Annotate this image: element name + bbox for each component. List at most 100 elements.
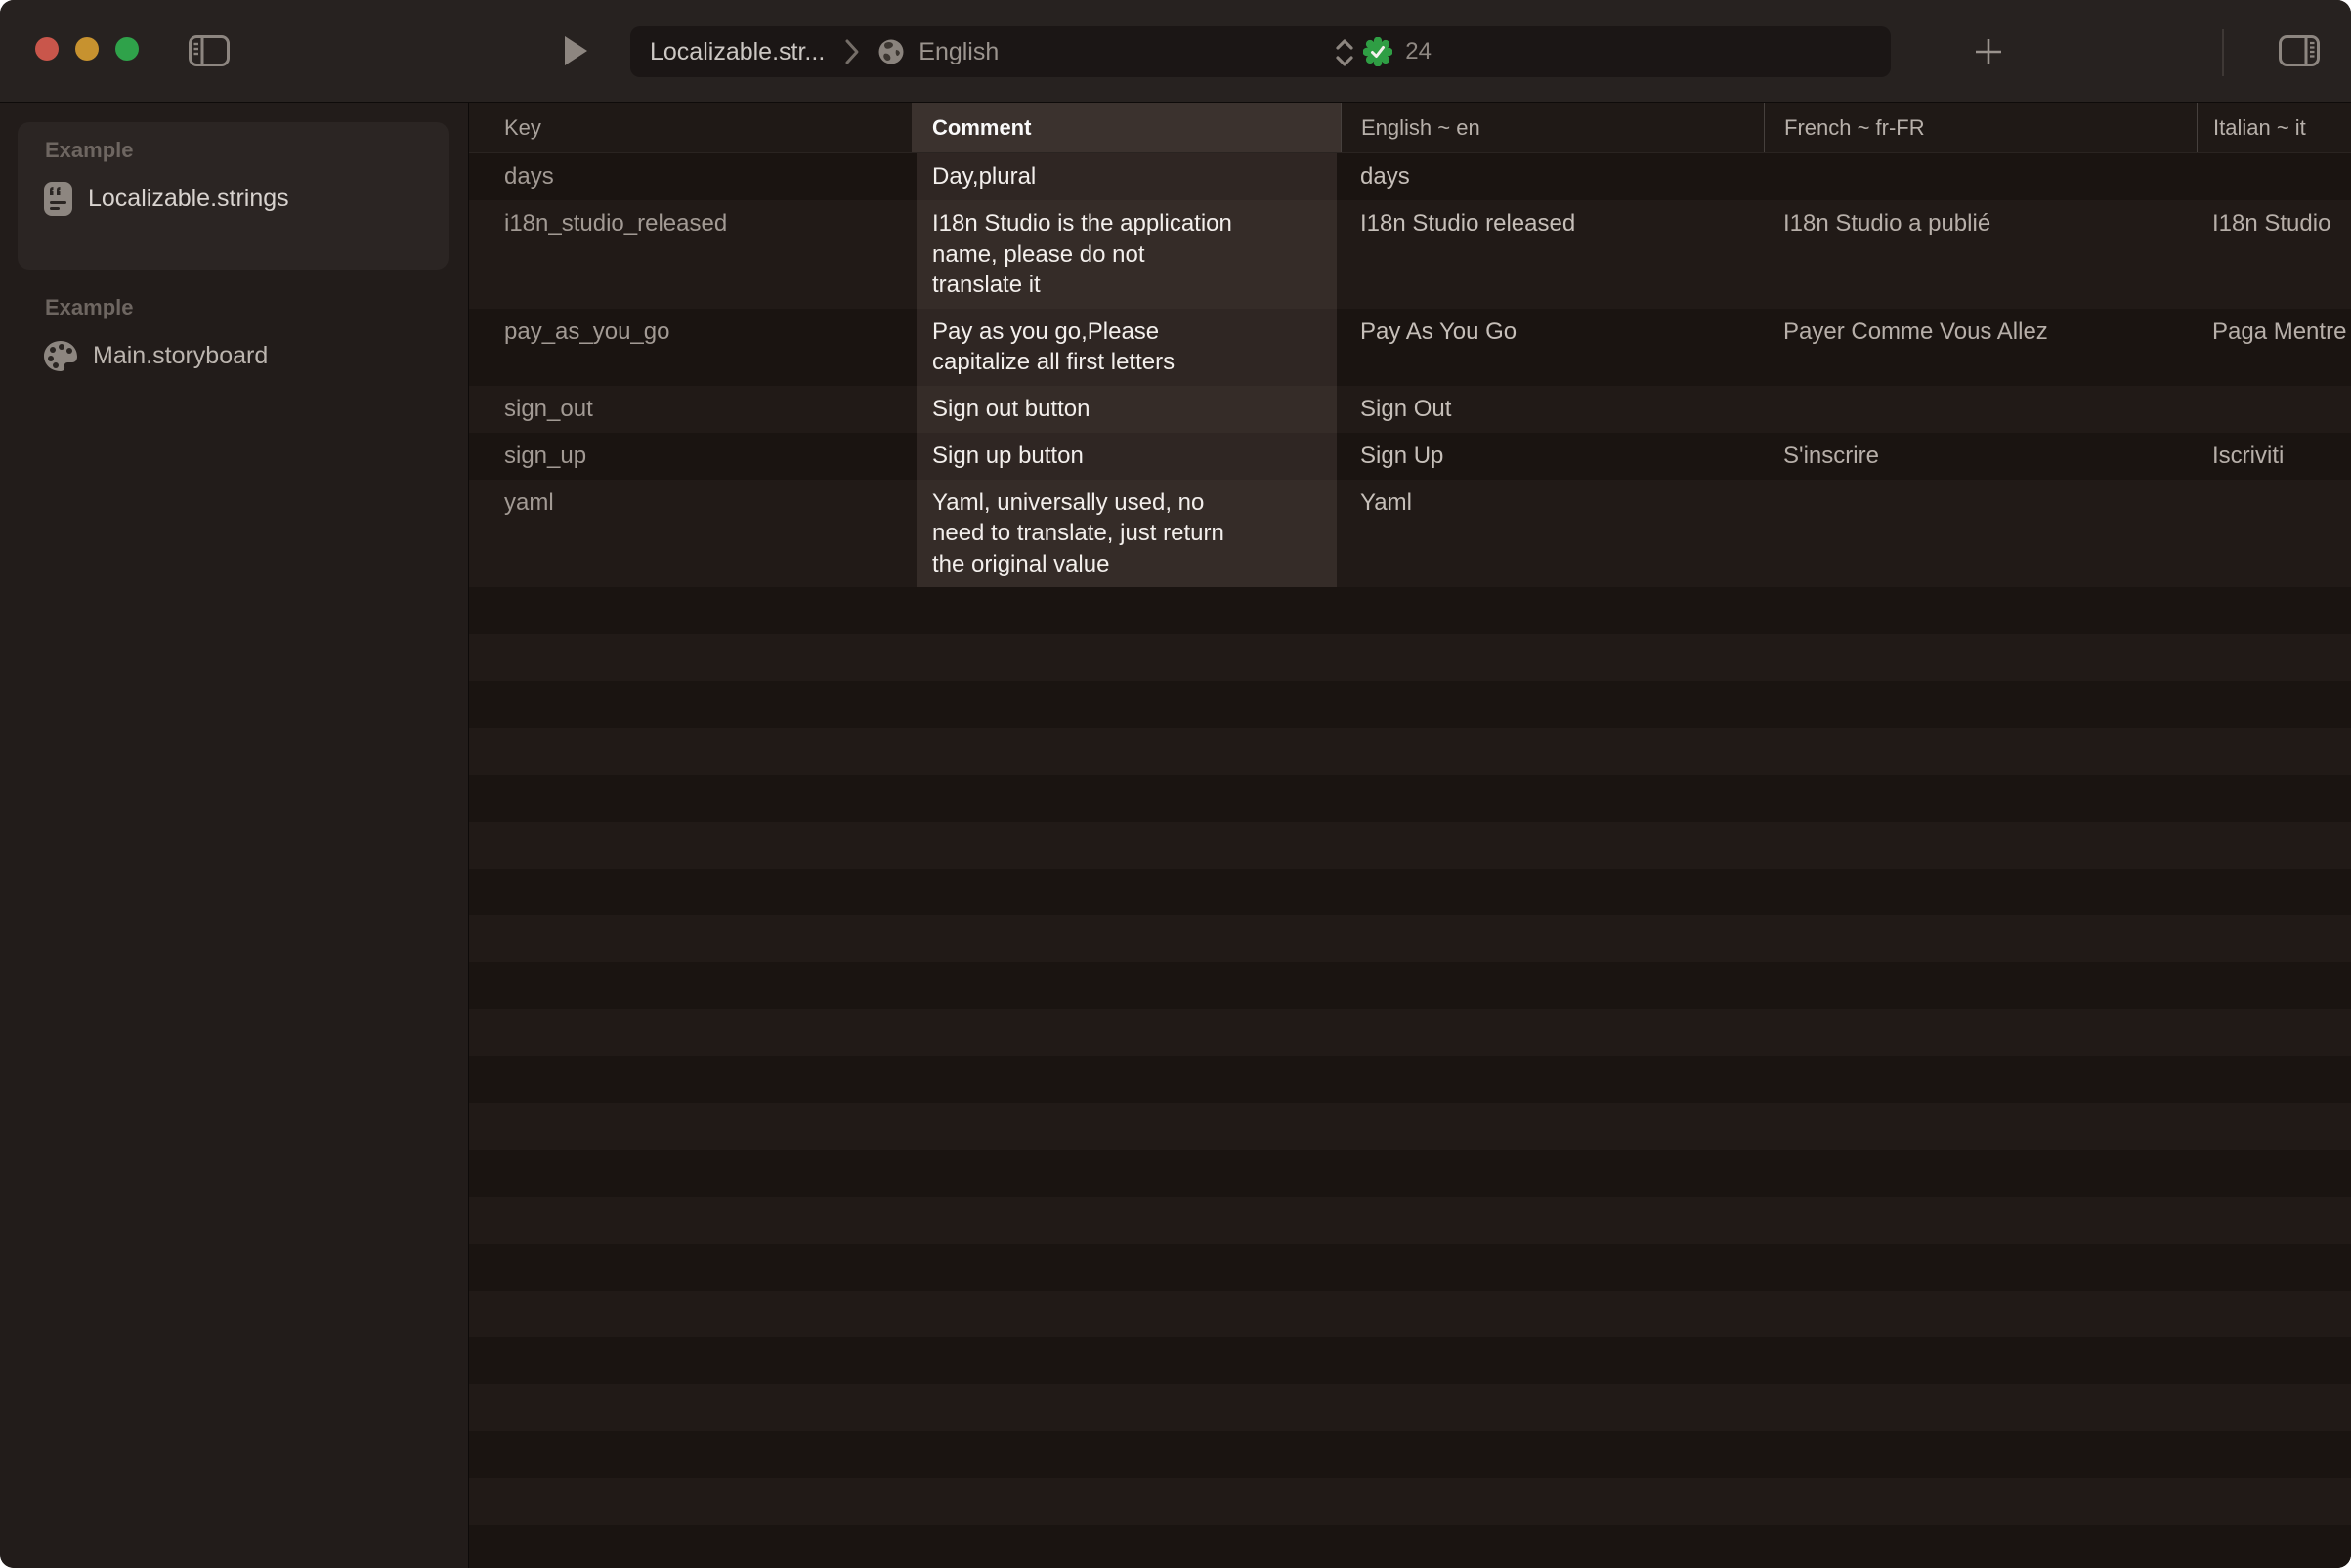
empty-row-stripe [469,1384,2351,1431]
app-window: Localizable.str... English [0,0,2351,1568]
cell-french[interactable]: Payer Comme Vous Allez [1764,309,2197,386]
cell-english[interactable]: Pay As You Go [1341,309,1764,386]
translation-table: KeyCommentEnglish ~ enFrench ~ fr-FRItal… [469,103,2351,1568]
sidebar-groups: Example Localizable.strings Example Main… [0,122,468,379]
storyboard-palette-icon [43,340,78,372]
cell-english[interactable]: Yaml [1341,480,1764,588]
cell-key[interactable]: sign_out [469,386,912,433]
breadcrumb-file-name[interactable]: Localizable.str... [650,38,825,66]
cell-comment[interactable]: Yaml, universally used, no need to trans… [912,480,1341,588]
translation-status: 24 [1363,26,1432,77]
run-translation-button[interactable] [563,35,588,66]
empty-row-stripe [469,1197,2351,1244]
cell-key[interactable]: sign_up [469,433,912,480]
empty-row-stripe [469,1103,2351,1150]
cell-italian[interactable] [2197,480,2351,588]
cell-comment[interactable]: Sign out button [912,386,1341,433]
close-window-button[interactable] [35,37,59,61]
cell-comment[interactable]: Sign up button [912,433,1341,480]
sidebar-left-icon [189,35,230,66]
table-row: yaml Yaml, universally used, no need to … [469,480,2351,588]
cell-key[interactable]: i18n_studio_released [469,200,912,309]
cell-french[interactable] [1764,153,2197,200]
sidebar-item-label: Main.storyboard [93,342,268,370]
column-header-key[interactable]: Key [469,103,912,152]
checkmark-seal-icon [1363,37,1392,66]
empty-row-stripe [469,915,2351,962]
column-header-fr[interactable]: French ~ fr-FR [1764,103,2197,152]
plus-icon [1972,35,2005,68]
empty-row-stripe [469,1337,2351,1384]
toggle-left-sidebar-button[interactable] [189,35,230,66]
cell-key[interactable]: yaml [469,480,912,588]
cell-italian[interactable] [2197,386,2351,433]
cell-italian[interactable]: Iscriviti [2197,433,2351,480]
cell-french[interactable] [1764,480,2197,588]
cell-comment[interactable]: Day,plural [912,153,1341,200]
toolbar-divider [2222,29,2224,76]
cell-english[interactable]: Sign Up [1341,433,1764,480]
column-header-comment[interactable]: Comment [912,103,1341,152]
chevron-right-icon [844,38,860,65]
empty-row-stripe [469,962,2351,1009]
table-row: sign_out Sign out button Sign Out [469,386,2351,433]
cell-key[interactable]: days [469,153,912,200]
cell-english[interactable]: I18n Studio released [1341,200,1764,309]
column-header-it[interactable]: Italian ~ it [2197,103,2351,152]
window-content: Example Localizable.strings Example Main… [0,103,2351,1568]
empty-row-stripe [469,1291,2351,1337]
table-row: pay_as_you_go Pay as you go,Please capit… [469,309,2351,386]
empty-row-stripe [469,822,2351,869]
empty-row-stripe [469,1150,2351,1197]
table-rows: days Day,plural days i18n_studio_release… [469,153,2351,587]
empty-row-stripe [469,681,2351,728]
language-stepper[interactable] [1334,38,1355,67]
sidebar: Example Localizable.strings Example Main… [0,103,469,1568]
empty-row-stripe [469,1525,2351,1568]
table-row: i18n_studio_released I18n Studio is the … [469,200,2351,309]
empty-row-stripe [469,587,2351,634]
table-row: sign_up Sign up button Sign Up S'inscrir… [469,433,2351,480]
sidebar-group-header: Example [18,138,449,163]
cell-key[interactable]: pay_as_you_go [469,309,912,386]
table-row: days Day,plural days [469,153,2351,200]
empty-row-stripe [469,728,2351,775]
toggle-right-sidebar-button[interactable] [2279,35,2320,66]
add-key-button[interactable] [1970,35,2007,68]
sidebar-item-label: Localizable.strings [88,185,289,213]
cell-comment[interactable]: I18n Studio is the application name, ple… [912,200,1341,309]
sidebar-group: Example Localizable.strings [18,122,449,270]
cell-italian[interactable]: Paga Mentre [2197,309,2351,386]
column-header-en[interactable]: English ~ en [1341,103,1764,152]
cell-italian[interactable]: I18n Studio [2197,200,2351,309]
breadcrumb[interactable]: Localizable.str... English [630,26,1891,77]
zoom-window-button[interactable] [115,37,139,61]
cell-french[interactable]: I18n Studio a publié [1764,200,2197,309]
cell-italian[interactable] [2197,153,2351,200]
language-selector-value[interactable]: English [919,38,999,66]
empty-row-stripe [469,1244,2351,1291]
empty-row-stripe [469,869,2351,915]
minimize-window-button[interactable] [75,37,99,61]
globe-icon [877,38,905,65]
sidebar-item[interactable]: Main.storyboard [0,332,468,379]
play-icon [563,35,588,66]
table-header-row: KeyCommentEnglish ~ enFrench ~ fr-FRItal… [469,103,2351,153]
sidebar-group: Example Main.storyboard [0,295,468,379]
strings-file-icon [43,181,73,217]
empty-row-stripe [469,1056,2351,1103]
sidebar-right-icon [2279,35,2320,66]
empty-row-stripe [469,1431,2351,1478]
empty-stripes [469,587,2351,1568]
cell-english[interactable]: Sign Out [1341,386,1764,433]
empty-row-stripe [469,1478,2351,1525]
translated-count-badge: 24 [1405,38,1432,65]
cell-english[interactable]: days [1341,153,1764,200]
cell-comment[interactable]: Pay as you go,Please capitalize all firs… [912,309,1341,386]
cell-french[interactable] [1764,386,2197,433]
cell-french[interactable]: S'inscrire [1764,433,2197,480]
window-controls [35,37,139,61]
sidebar-item[interactable]: Localizable.strings [18,175,449,222]
empty-row-stripe [469,775,2351,822]
toolbar: Localizable.str... English [0,0,2351,103]
